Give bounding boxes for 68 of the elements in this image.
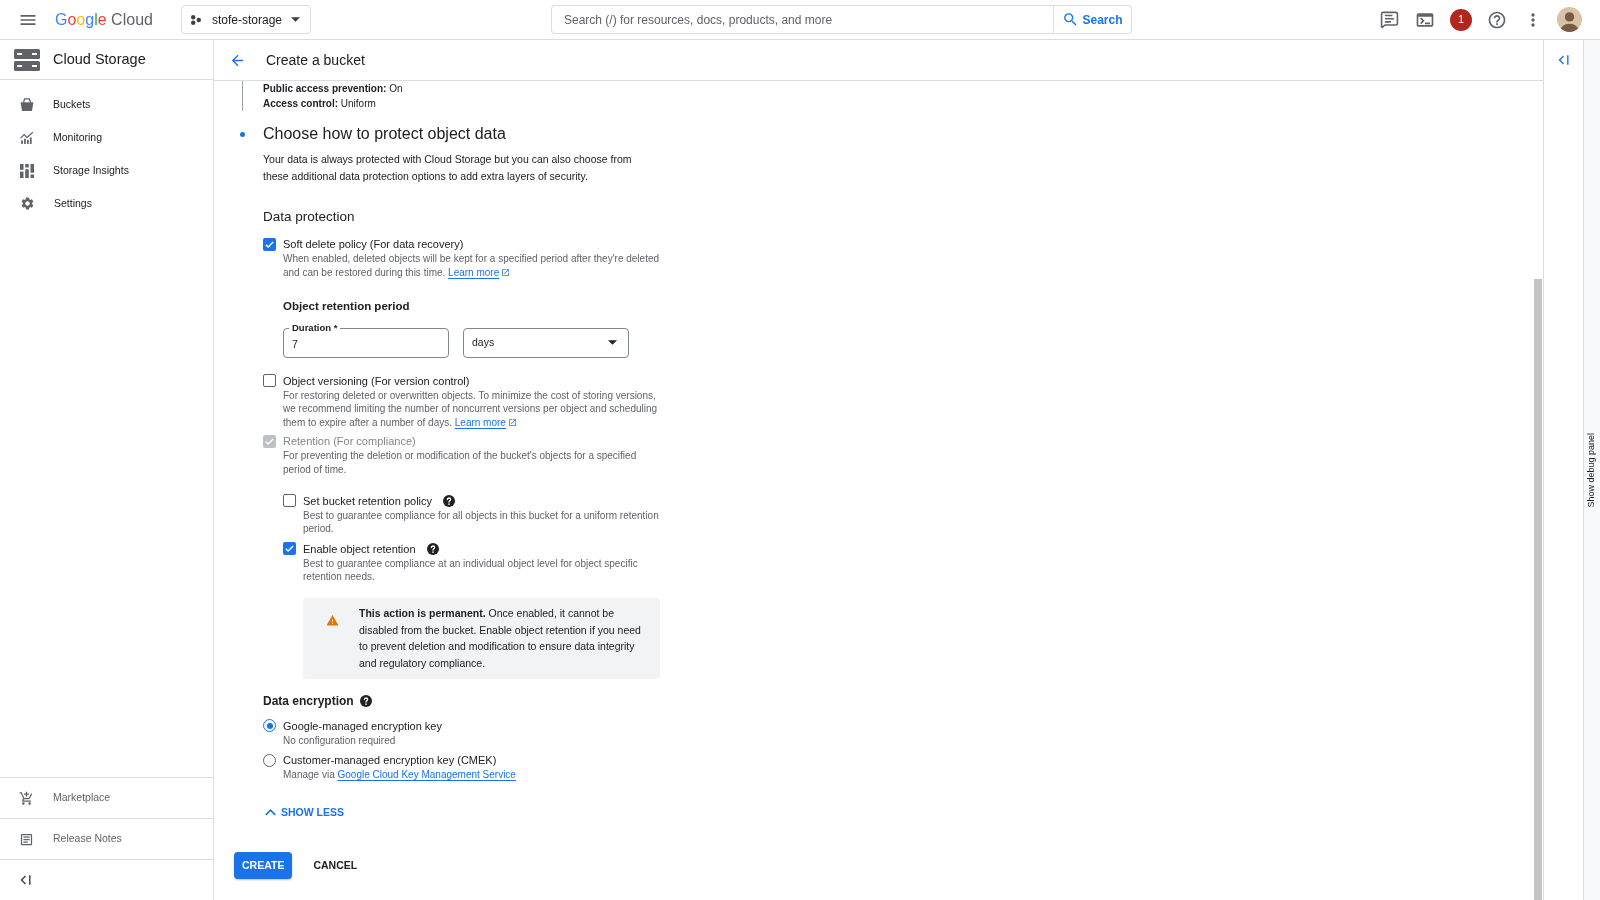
chat-icon[interactable] (1379, 10, 1399, 29)
settings-icon (20, 196, 35, 211)
document-icon (19, 831, 34, 847)
sidebar-item[interactable]: Monitoring (0, 121, 213, 154)
summary-line: Public access prevention: On (263, 82, 403, 96)
learn-more-link[interactable]: Learn more (448, 266, 511, 278)
stepper-line (242, 81, 243, 111)
option-description: For preventing the deletion or modification of the bucket's objects for a specified period of time. (283, 449, 638, 477)
create-button[interactable]: CREATE (234, 852, 293, 880)
option-label: Retention (For compliance) (283, 434, 416, 449)
sidebar-item[interactable]: Release Notes (0, 818, 213, 859)
summary-line: Access control: Uniform (263, 97, 377, 111)
cart-icon (19, 790, 34, 806)
bucket-icon (20, 98, 34, 111)
subsection-title: Data encryption (263, 692, 354, 710)
option-label: Google-managed encryption key (283, 718, 442, 733)
caret-icon (291, 17, 300, 22)
checkbox[interactable] (263, 237, 276, 251)
cancel-button[interactable]: CANCEL (305, 852, 366, 880)
page-title: Create a bucket (266, 50, 365, 70)
unit-select[interactable]: days (463, 327, 629, 358)
step-dot-icon (240, 131, 245, 137)
option-label: Soft delete policy (For data recovery) (283, 237, 464, 251)
help-icon[interactable] (359, 694, 372, 707)
external-link-icon (507, 417, 517, 427)
chart-icon (20, 131, 34, 144)
learn-more-link[interactable]: Learn more (454, 416, 517, 428)
section-description: Your data is always protected with Cloud Storage but you can also choose from these additional data protection options to add extra layers of security. (263, 151, 633, 184)
bar-grid-icon (20, 163, 34, 178)
show-less-button[interactable]: SHOW LESS (263, 805, 344, 820)
warning-text: This action is permanent. Once enabled, it cannot be disabled from the bucket. Enable object retention if you need to prevent deletion and modification to ensure data integrity and regulatory compliance. (359, 606, 642, 672)
project-selector[interactable]: stofe-storage (181, 5, 311, 34)
field-group-title: Object retention period (283, 299, 411, 315)
checkbox[interactable] (263, 374, 276, 388)
caret-icon (608, 340, 617, 346)
option-label: Object versioning (For version control) (283, 373, 470, 388)
collapse-icon[interactable] (1558, 55, 1569, 65)
warning-icon (326, 613, 339, 627)
help-icon[interactable] (1487, 9, 1507, 30)
option-description: For restoring deleted or overwritten objects. To minimize the cost of storing versions, we recommend limiting the number of noncurrent versions per object and scheduling them to expire after a number of days. Learn more (283, 388, 659, 430)
sidebar-item[interactable]: Storage Insights (0, 154, 213, 187)
search-button[interactable]: Search (1054, 5, 1132, 34)
storage-icon (14, 48, 40, 71)
option-label: Set bucket retention policy (303, 493, 433, 508)
sidebar-title: Cloud Storage (53, 49, 146, 69)
option-label: Enable object retention (303, 541, 416, 556)
option-label: Customer-managed encryption key (CMEK) (283, 753, 498, 768)
dots-icon (191, 14, 201, 25)
collapse-icon[interactable] (20, 875, 31, 885)
scrollbar[interactable] (1534, 279, 1542, 900)
search-field[interactable]: Search (/) for resources, docs, products, and more (551, 5, 1054, 34)
field-label: Duration * (289, 321, 341, 334)
option-description: When enabled, deleted objects will be kept for a specified period after they're deleted and can be restored during this time. Learn more (283, 252, 661, 280)
notification-badge[interactable]: 1 (1450, 8, 1472, 31)
option-description: Best to guarantee compliance for all objects in this bucket for a uniform retention period. (303, 508, 660, 536)
google-cloud-logo[interactable]: Google Cloud (55, 9, 153, 30)
sidebar-item[interactable]: Marketplace (0, 777, 213, 818)
option-description: No configuration required (283, 733, 397, 748)
section-title: Choose how to protect object data (263, 124, 506, 144)
debug-panel-button[interactable]: Show debug panel (1583, 40, 1600, 900)
external-link-icon (501, 267, 511, 277)
option-description: Best to guarantee compliance at an individual object level for object specific retention needs. (303, 556, 639, 585)
sidebar-item[interactable]: Settings (0, 187, 213, 220)
subsection-title: Data protection (263, 208, 356, 226)
option-description: Manage via Google Cloud Key Management Service (283, 768, 516, 783)
service-link[interactable]: Google Cloud Key Management Service (337, 769, 516, 781)
sidebar-item[interactable]: Buckets (0, 88, 213, 121)
avatar[interactable] (1556, 7, 1582, 32)
